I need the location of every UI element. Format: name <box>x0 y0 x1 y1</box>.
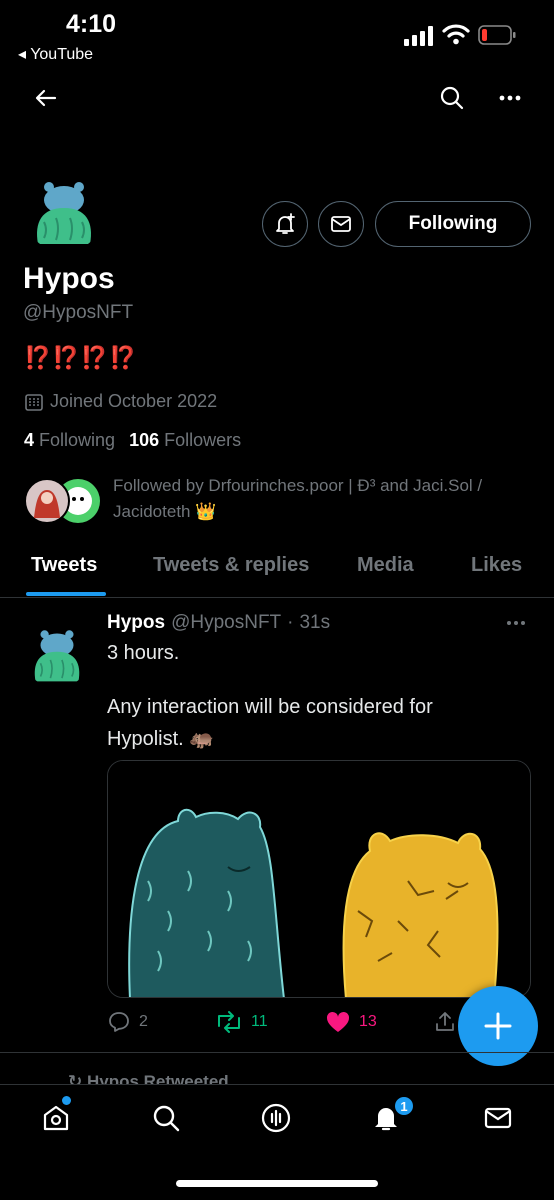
profile-avatar[interactable] <box>24 172 104 252</box>
tweet-timestamp[interactable]: 31s <box>299 612 330 634</box>
more-options-button[interactable] <box>494 82 526 114</box>
home-icon <box>43 1105 69 1131</box>
nav-messages[interactable] <box>481 1101 515 1135</box>
hippo-avatar-image <box>24 172 104 252</box>
heart-filled-icon <box>326 1011 350 1032</box>
more-horizontal-icon <box>499 95 521 101</box>
tweet-actions: 2 11 13 <box>107 1010 467 1038</box>
tweet-text-line-2: Any interaction will be considered for <box>107 696 433 718</box>
mutual-follower-avatars[interactable] <box>24 478 102 524</box>
followers-count: 106 <box>129 430 160 450</box>
profile-handle: @HyposNFT <box>23 302 134 323</box>
tweet-header: Hypos @HyposNFT · 31s <box>107 612 330 634</box>
tweet-more-button[interactable] <box>506 610 526 631</box>
tweet-text-line-1: 3 hours. <box>107 642 180 664</box>
home-indicator-bar[interactable] <box>176 1180 378 1187</box>
followed-by-text[interactable]: Followed by Drfourinches.poor | Ð³ and J… <box>113 473 533 525</box>
battery-low-icon <box>478 25 516 45</box>
back-to-app-link[interactable]: ◂ YouTube <box>18 44 93 64</box>
active-tab-indicator <box>26 592 106 596</box>
following-count-link[interactable]: 4 Following <box>24 430 115 451</box>
tweet-divider <box>0 1052 554 1053</box>
tab-tweets-and-replies[interactable]: Tweets & replies <box>153 554 309 577</box>
share-button[interactable] <box>433 1010 457 1034</box>
search-icon <box>153 1105 180 1132</box>
home-unread-dot <box>62 1096 71 1105</box>
spaces-microphone-icon <box>261 1103 291 1133</box>
envelope-icon <box>331 216 351 232</box>
tweet-author-handle[interactable]: @HyposNFT <box>171 612 281 634</box>
status-time: 4:10 <box>66 10 117 38</box>
calendar-icon <box>25 393 43 411</box>
reply-count: 2 <box>139 1013 148 1030</box>
tweet-media-image[interactable] <box>107 760 531 998</box>
nav-search[interactable] <box>149 1101 183 1135</box>
plus-icon <box>484 1012 512 1040</box>
back-arrow-icon <box>35 89 57 107</box>
share-icon <box>436 1012 454 1031</box>
following-label: Following <box>39 430 116 450</box>
retweet-count: 11 <box>251 1013 268 1030</box>
tweet-text-line-3: Hypolist. 🦛 <box>107 728 215 750</box>
profile-display-name: Hypos <box>23 262 115 295</box>
tab-tweets[interactable]: Tweets <box>31 554 97 577</box>
tweet-dot-separator: · <box>287 612 294 633</box>
envelope-icon <box>484 1107 512 1129</box>
tweet-author-name[interactable]: Hypos <box>107 612 165 634</box>
cellular-signal-icon <box>404 26 433 46</box>
retweet-icon <box>218 1011 240 1033</box>
more-horizontal-icon <box>507 621 525 625</box>
notification-subscribe-button[interactable] <box>262 201 308 247</box>
nav-spaces[interactable] <box>259 1101 293 1135</box>
message-button[interactable] <box>318 201 364 247</box>
reply-icon <box>109 1012 129 1032</box>
hippo-artwork-image <box>108 761 530 997</box>
tweet-author-avatar[interactable] <box>24 622 90 688</box>
search-icon <box>440 86 464 110</box>
nav-home[interactable] <box>39 1101 73 1135</box>
wifi-icon <box>442 24 470 45</box>
joined-date: Joined October 2022 <box>24 391 217 412</box>
compose-tweet-button[interactable] <box>458 986 538 1066</box>
search-button[interactable] <box>436 82 468 114</box>
followers-count-link[interactable]: 106 Followers <box>129 430 241 451</box>
followers-label: Followers <box>164 430 242 450</box>
joined-date-text: Joined October 2022 <box>50 391 218 411</box>
like-button[interactable]: 13 <box>325 1010 377 1034</box>
profile-bio: ⁉️⁉️⁉️⁉️ <box>24 345 138 370</box>
following-count: 4 <box>24 430 35 450</box>
following-button[interactable]: Following <box>375 201 531 247</box>
tab-media[interactable]: Media <box>357 554 414 577</box>
notifications-badge: 1 <box>393 1095 415 1117</box>
reply-button[interactable]: 2 <box>107 1010 148 1034</box>
back-arrow-button[interactable] <box>30 82 62 114</box>
hippo-avatar-image <box>24 622 90 688</box>
tab-likes[interactable]: Likes <box>471 554 522 577</box>
follow-stats: 4 Following 106 Followers <box>24 430 241 451</box>
profile-tabs: Tweets Tweets & replies Media Likes <box>0 542 554 598</box>
like-count: 13 <box>359 1013 377 1030</box>
bell-plus-icon <box>276 213 295 234</box>
retweet-button[interactable]: 11 <box>215 1010 268 1034</box>
